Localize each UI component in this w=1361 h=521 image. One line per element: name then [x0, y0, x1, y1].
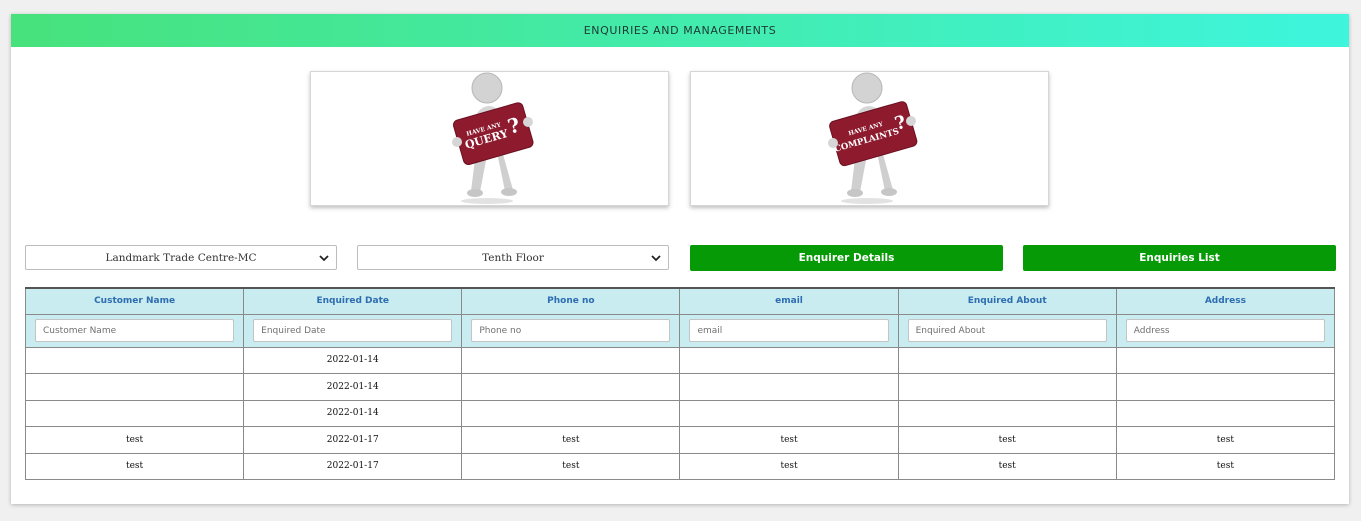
filter-cell: [679, 313, 899, 348]
table-row[interactable]: test 2022-01-17 test test test test: [24, 452, 1336, 480]
filter-cell: [897, 313, 1117, 348]
cell-enquired-about: test: [897, 426, 1117, 454]
column-header-enquired-date[interactable]: Enquired Date: [243, 287, 463, 315]
cell-address: [1115, 373, 1336, 401]
cell-phone-no: test: [461, 452, 681, 480]
enquirer-details-button[interactable]: Enquirer Details: [690, 245, 1003, 271]
customer-name-filter-input[interactable]: [35, 319, 235, 342]
cell-phone-no: test: [461, 426, 681, 454]
cell-enquired-date: 2022-01-17: [243, 452, 463, 480]
building-select[interactable]: Landmark Trade Centre-MC: [25, 245, 337, 270]
cell-address: [1115, 346, 1336, 374]
complaints-figure-illustration: HAVE ANY COMPLAINTS ?: [827, 72, 917, 204]
chevron-down-icon: [651, 255, 661, 262]
floor-select-value: Tenth Floor: [482, 251, 544, 264]
query-card[interactable]: HAVE ANY QUERY ?: [310, 71, 669, 206]
cell-enquired-date: 2022-01-17: [243, 426, 463, 454]
cell-email: test: [679, 426, 899, 454]
cell-enquired-about: [897, 346, 1117, 374]
address-filter-input[interactable]: [1125, 319, 1325, 342]
cell-customer-name: test: [24, 452, 245, 480]
query-figure-illustration: HAVE ANY QUERY ?: [451, 72, 533, 204]
cell-customer-name: [24, 399, 245, 427]
cell-customer-name: [24, 346, 245, 374]
table-row[interactable]: 2022-01-14: [24, 346, 1336, 374]
cell-enquired-date: 2022-01-14: [243, 399, 463, 427]
filter-cell: [1115, 313, 1336, 348]
enquired-date-filter-input[interactable]: [253, 319, 453, 342]
column-header-address[interactable]: Address: [1115, 287, 1336, 315]
table-row[interactable]: 2022-01-14: [24, 399, 1336, 427]
filter-controls: Landmark Trade Centre-MC Tenth Floor Enq…: [25, 245, 1336, 271]
email-filter-input[interactable]: [689, 319, 889, 342]
cell-phone-no: [461, 399, 681, 427]
cell-customer-name: test: [24, 426, 245, 454]
table-row[interactable]: 2022-01-14: [24, 373, 1336, 401]
cell-phone-no: [461, 373, 681, 401]
cell-email: test: [679, 452, 899, 480]
cell-address: test: [1115, 452, 1336, 480]
table-row[interactable]: test 2022-01-17 test test test test: [24, 426, 1336, 454]
filter-cell: [461, 313, 681, 348]
cell-address: test: [1115, 426, 1336, 454]
cell-enquired-date: 2022-01-14: [243, 373, 463, 401]
cell-email: [679, 346, 899, 374]
enquiries-panel: ENQUIRIES AND MANAGEMENTS HAVE ANY QUERY…: [11, 14, 1349, 504]
cell-enquired-about: test: [897, 452, 1117, 480]
cell-enquired-about: [897, 399, 1117, 427]
cell-customer-name: [24, 373, 245, 401]
enquired-about-filter-input[interactable]: [907, 319, 1107, 342]
enquiries-list-button[interactable]: Enquiries List: [1023, 245, 1336, 271]
table-filter-row: [24, 313, 1336, 348]
column-header-customer-name[interactable]: Customer Name: [24, 287, 245, 315]
cell-enquired-about: [897, 373, 1117, 401]
cell-address: [1115, 399, 1336, 427]
building-select-value: Landmark Trade Centre-MC: [105, 251, 257, 264]
enquiry-cards: HAVE ANY QUERY ? HAVE ANY COMPLAINTS ?: [310, 71, 1049, 206]
column-header-email[interactable]: email: [679, 287, 899, 315]
filter-cell: [243, 313, 463, 348]
panel-header: ENQUIRIES AND MANAGEMENTS: [11, 14, 1349, 47]
cell-email: [679, 399, 899, 427]
chevron-down-icon: [319, 255, 329, 262]
column-header-enquired-about[interactable]: Enquired About: [897, 287, 1117, 315]
panel-title: ENQUIRIES AND MANAGEMENTS: [583, 24, 777, 37]
filter-cell: [24, 313, 245, 348]
enquiries-table: Customer Name Enquired Date Phone no ema…: [24, 287, 1336, 480]
cell-phone-no: [461, 346, 681, 374]
cell-enquired-date: 2022-01-14: [243, 346, 463, 374]
column-header-phone-no[interactable]: Phone no: [461, 287, 681, 315]
floor-select[interactable]: Tenth Floor: [357, 245, 669, 270]
table-header-row: Customer Name Enquired Date Phone no ema…: [24, 287, 1336, 315]
cell-email: [679, 373, 899, 401]
complaints-card[interactable]: HAVE ANY COMPLAINTS ?: [690, 71, 1049, 206]
phone-no-filter-input[interactable]: [471, 319, 671, 342]
